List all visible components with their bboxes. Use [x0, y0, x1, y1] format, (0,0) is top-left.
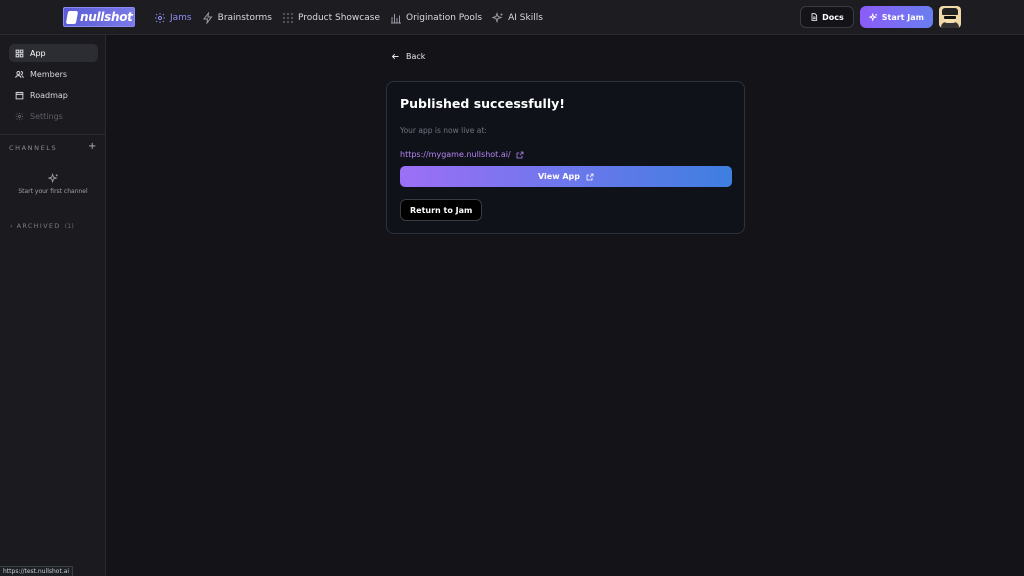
nav-origination-pools-label: Origination Pools [405, 12, 483, 23]
view-app-button[interactable]: View App [400, 166, 732, 187]
sparkles-icon [492, 11, 503, 23]
nav-brainstorms[interactable]: Brainstorms [202, 11, 272, 24]
avatar-hat [942, 8, 958, 15]
start-jam-button-label: Start Jam [881, 12, 924, 22]
add-channel-button[interactable]: + [88, 141, 96, 152]
status-bar-url: https://test.nullshot.ai [0, 566, 74, 576]
lightning-icon [202, 11, 213, 24]
empty-channels-text: Start your first channel [18, 188, 88, 195]
users-icon [15, 70, 24, 78]
sidebar-item-app[interactable]: App [9, 44, 98, 62]
nullshot-logo[interactable]: nullshot [63, 7, 135, 27]
chevron-right-icon: › [10, 222, 13, 230]
main-nav: Jams Brainstorms Product Showcase Origin… [154, 0, 543, 35]
card-subtitle: Your app is now live at: [400, 126, 487, 135]
archived-toggle[interactable]: › ARCHIVED (1) [10, 222, 74, 230]
sidebar: App Members Roadmap Settings CHANNELS + … [0, 35, 106, 576]
bar-chart-icon [390, 13, 401, 23]
grid-icon [15, 49, 24, 57]
top-bar: nullshot Jams Brainstorms Product Showca… [0, 0, 1024, 35]
avatar-glasses [944, 16, 956, 19]
sidebar-item-label: Roadmap [30, 90, 68, 100]
sidebar-item-label: App [30, 48, 46, 58]
sidebar-item-members[interactable]: Members [9, 65, 98, 83]
nav-ai-skills[interactable]: AI Skills [492, 11, 543, 24]
sidebar-divider [0, 134, 106, 135]
docs-button[interactable]: Docs [800, 6, 854, 28]
sparkles-icon [48, 173, 58, 184]
docs-button-label: Docs [822, 12, 844, 22]
nav-product-showcase-label: Product Showcase [297, 12, 380, 23]
grid-dots-icon [283, 12, 293, 23]
nav-brainstorms-label: Brainstorms [217, 12, 272, 23]
nav-origination-pools[interactable]: Origination Pools [390, 12, 482, 24]
card-title: Published successfully! [400, 96, 565, 111]
gear-icon [15, 112, 24, 120]
arrow-left-icon [391, 53, 399, 60]
logo-mark-icon [65, 10, 79, 24]
back-button[interactable]: Back [391, 52, 425, 61]
nav-jams-label: Jams [170, 12, 192, 23]
sparkles-icon [868, 12, 877, 22]
back-label: Back [406, 52, 426, 61]
sidebar-item-label: Members [30, 69, 68, 79]
nav-ai-skills-label: AI Skills [508, 12, 543, 23]
return-to-jam-label: Return to Jam [410, 205, 473, 215]
app-url-link[interactable]: https://mygame.nullshot.ai/ [400, 150, 524, 159]
document-icon [811, 13, 818, 21]
sidebar-item-roadmap[interactable]: Roadmap [9, 86, 98, 104]
external-link-icon [586, 173, 594, 180]
app-url-text: https://mygame.nullshot.ai/ [400, 150, 511, 159]
nav-product-showcase[interactable]: Product Showcase [282, 12, 380, 24]
nav-jams[interactable]: Jams [154, 12, 192, 24]
start-jam-button[interactable]: Start Jam [859, 6, 933, 28]
return-to-jam-button[interactable]: Return to Jam [400, 199, 483, 221]
channels-heading: CHANNELS [9, 144, 58, 152]
logo-text: nullshot [80, 10, 133, 24]
user-avatar[interactable] [939, 6, 961, 28]
header-actions: Docs Start Jam [800, 6, 961, 28]
publish-success-card: Published successfully! Your app is now … [386, 81, 745, 234]
archived-label: ARCHIVED [16, 222, 61, 230]
sidebar-item-settings: Settings [9, 107, 98, 125]
view-app-label: View App [537, 172, 581, 181]
gear-icon [155, 12, 165, 23]
sidebar-item-label: Settings [30, 111, 63, 121]
archived-count: (1) [64, 222, 74, 230]
external-link-icon [516, 151, 524, 158]
calendar-icon [15, 91, 24, 99]
